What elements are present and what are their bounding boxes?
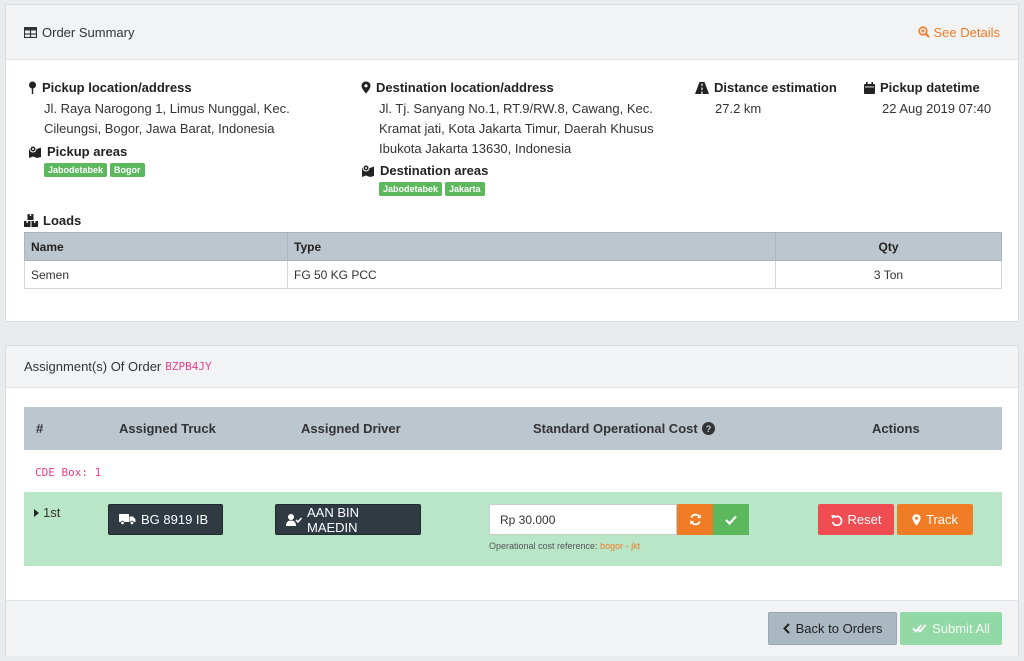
assignment-row: 1st BG 8919 IB AAN BIN MAEDIN Op <box>24 492 1002 566</box>
assigned-driver-button[interactable]: AAN BIN MAEDIN <box>275 504 421 535</box>
refresh-icon <box>689 513 702 526</box>
distance-label: Distance estimation <box>714 80 837 95</box>
map-marker-icon <box>28 145 42 158</box>
pickup-label: Pickup location/address <box>42 80 192 95</box>
submit-all-button[interactable]: Submit All <box>900 612 1002 645</box>
col-header-truck: Assigned Truck <box>119 421 216 436</box>
col-header-type: Type <box>287 232 776 261</box>
pin-icon <box>28 81 37 94</box>
reset-button[interactable]: Reset <box>818 504 894 535</box>
pickup-datetime-value: 22 Aug 2019 07:40 <box>882 101 992 116</box>
map-marker-icon <box>361 164 375 177</box>
table-icon <box>24 26 37 38</box>
col-header-cost-label: Standard Operational Cost <box>533 421 698 436</box>
col-header-actions: Actions <box>872 421 920 436</box>
pickup-datetime-label: Pickup datetime <box>880 80 980 95</box>
track-button[interactable]: Track <box>897 504 973 535</box>
truck-icon <box>119 514 136 525</box>
pickup-area-badge: Jabodetabek <box>44 163 108 177</box>
see-details-link[interactable]: See Details <box>917 24 1000 40</box>
question-circle-icon[interactable]: ? <box>701 422 715 435</box>
back-to-orders-label: Back to Orders <box>795 621 883 636</box>
order-summary-header: Order Summary See Details <box>6 5 1018 60</box>
loads-heading: Loads <box>24 213 81 228</box>
load-type-cell: FG 50 KG PCC <box>287 260 776 289</box>
svg-text:?: ? <box>705 424 711 435</box>
loads-table-header: Name Type Qty <box>24 232 1002 261</box>
see-details-label: See Details <box>933 24 1000 40</box>
pickup-area-badge: Bogor <box>110 163 145 177</box>
destination-section: Destination location/address Jl. Tj. San… <box>361 80 654 196</box>
assignments-title: Assignment(s) Of Order <box>24 359 162 374</box>
assignments-table-header: # Assigned Truck Assigned Driver Standar… <box>24 407 1002 450</box>
map-marker-icon <box>912 513 921 526</box>
double-check-icon <box>912 623 927 634</box>
check-icon <box>725 515 737 525</box>
zoom-in-icon <box>917 26 930 38</box>
destination-address-line3: Ibukota Jakarta 13630, Indonesia <box>379 141 572 156</box>
pickup-areas-label: Pickup areas <box>47 144 128 159</box>
cost-reference: Operational cost reference: bogor - jkt <box>489 541 640 551</box>
submit-all-label: Submit All <box>932 621 990 636</box>
destination-address-line1: Jl. Tj. Sanyang No.1, RT.9/RW.8, Cawang,… <box>379 101 653 116</box>
chevron-left-icon <box>782 623 790 634</box>
assigned-truck-button[interactable]: BG 8919 IB <box>108 504 223 535</box>
boxes-icon <box>24 214 38 227</box>
refresh-cost-button[interactable] <box>677 504 713 535</box>
road-icon <box>695 81 709 94</box>
loads-table: Name Type Qty Semen FG 50 KG PCC 3 Ton <box>24 232 1002 289</box>
col-header-driver: Assigned Driver <box>301 421 401 436</box>
user-check-icon <box>286 513 302 526</box>
order-summary-card: Order Summary See Details Pickup locatio… <box>5 4 1019 322</box>
col-header-cost: Standard Operational Cost ? <box>533 407 715 450</box>
cost-reference-label: Operational cost reference: <box>489 541 598 551</box>
table-row: Semen FG 50 KG PCC 3 Ton <box>24 260 1002 289</box>
confirm-cost-button[interactable] <box>713 504 749 535</box>
assignments-footer: Back to Orders Submit All <box>6 600 1018 656</box>
load-name-cell: Semen <box>24 260 288 289</box>
destination-area-badge: Jabodetabek <box>379 182 443 196</box>
col-header-qty: Qty <box>775 232 1002 261</box>
distance-section: Distance estimation 27.2 km <box>695 80 837 119</box>
distance-value: 27.2 km <box>715 101 762 116</box>
driver-name: AAN BIN MAEDIN <box>307 504 360 535</box>
track-label: Track <box>925 512 959 527</box>
undo-icon <box>831 514 843 526</box>
assignments-card: Assignment(s) Of Order BZPB4JY # Assigne… <box>5 345 1019 656</box>
order-summary-title: Order Summary <box>42 24 135 40</box>
load-qty-cell: 3 Ton <box>775 260 1002 289</box>
destination-address-line2: Kramat jati, Kota Jakarta Timur, Daerah … <box>379 121 654 136</box>
pickup-datetime-section: Pickup datetime 22 Aug 2019 07:40 <box>864 80 991 119</box>
map-marker-alt-icon <box>361 81 371 94</box>
calendar-icon <box>864 81 875 94</box>
truck-plate: BG 8919 IB <box>141 512 209 527</box>
assignments-header: Assignment(s) Of Order BZPB4JY <box>6 346 1018 388</box>
reset-label: Reset <box>847 512 882 527</box>
row-index[interactable]: 1st <box>34 505 60 520</box>
col-header-name: Name <box>24 232 288 261</box>
operational-cost-input[interactable] <box>489 504 677 535</box>
row-index-label: 1st <box>43 505 61 520</box>
destination-areas-label: Destination areas <box>380 163 489 178</box>
caret-right-icon <box>34 508 39 517</box>
destination-label: Destination location/address <box>376 80 554 95</box>
pickup-address-line2: Cileungsi, Bogor, Jawa Barat, Indonesia <box>44 121 275 136</box>
cost-reference-value: bogor - jkt <box>600 541 641 551</box>
loads-label: Loads <box>43 213 82 228</box>
col-header-num: # <box>36 421 44 436</box>
destination-area-badge: Jakarta <box>445 182 485 196</box>
pickup-address-line1: Jl. Raya Narogong 1, Limus Nunggal, Kec. <box>44 101 290 116</box>
pickup-section: Pickup location/address Jl. Raya Narogon… <box>28 80 290 177</box>
cde-box-label: CDE Box: 1 <box>35 466 102 479</box>
order-code: BZPB4JY <box>165 360 212 373</box>
back-to-orders-button[interactable]: Back to Orders <box>768 612 897 645</box>
